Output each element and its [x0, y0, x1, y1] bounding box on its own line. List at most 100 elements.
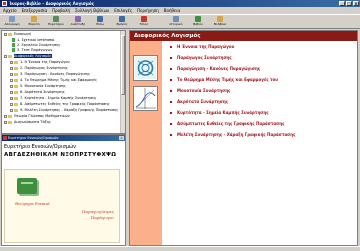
- tree-item-label: 3. Παράγωγιση - Κανόνες Παραγώγισης: [20, 72, 91, 76]
- hide-label: Απόκρυψη: [4, 22, 20, 26]
- tree-item[interactable]: 5. Μονοτονία Συνάρτησης: [10, 84, 66, 89]
- document-icon: [12, 48, 15, 52]
- topic-label: Ακρότατα Συνάρτησης: [177, 99, 229, 104]
- index-button[interactable]: Ευρετήριο: [46, 16, 66, 28]
- tree-item[interactable]: 1. Η Έννοια της Παραγώγου: [10, 60, 70, 65]
- bullet-icon: [170, 101, 172, 103]
- history-button[interactable]: Ιστορικό: [166, 16, 186, 28]
- topic-link[interactable]: Ακρότατα Συνάρτησης: [170, 99, 228, 105]
- menu-file[interactable]: Αρχείο: [3, 7, 17, 14]
- expand-icon[interactable]: [10, 96, 13, 100]
- find-label: Εύρεση: [28, 22, 40, 26]
- tree-item-label: 7. Κυρτότητα - Σημεία Καμπής Συνάρτησης: [20, 96, 97, 100]
- app-icon: [2, 1, 7, 6]
- expand-icon[interactable]: [10, 90, 13, 94]
- collapse-icon[interactable]: [4, 32, 7, 36]
- expand-icon[interactable]: [10, 102, 13, 106]
- menu-options[interactable]: Επιλογές: [114, 7, 132, 14]
- index-label: Ευρετήριο: [48, 22, 64, 26]
- forward-button[interactable]: Εμπρός: [112, 16, 132, 28]
- index-entry[interactable]: Παραγωγίσιμες: [82, 209, 114, 214]
- tree-item[interactable]: 3. Παράγωγιση - Κανόνες Παραγώγισης: [10, 72, 90, 77]
- tree-item[interactable]: 7. Κυρτότητα - Σημεία Καμπής Συνάρτησης: [10, 96, 96, 101]
- expand-button[interactable]: Ανάπτυξη: [68, 16, 88, 28]
- stop-button[interactable]: Τέλος: [134, 16, 154, 28]
- find-button[interactable]: Εύρεση: [24, 16, 44, 28]
- tree-item[interactable]: 6. Ακρότατα Συνάρτησης: [10, 90, 65, 95]
- expand-icon[interactable]: [10, 108, 13, 112]
- maximize-button[interactable]: □: [346, 1, 352, 6]
- expand-icon[interactable]: [4, 114, 7, 118]
- topic-link[interactable]: Το Θεώρημα Μέσης Τιμής και Εφαρμογές του: [170, 77, 278, 83]
- topic-link[interactable]: Παραγώγιση - Κανόνες Παραγώγισης: [170, 66, 260, 72]
- tree-scrollbar[interactable]: [120, 31, 125, 133]
- tree-item-label: 2. Παράγωγος Συνάρτησης: [20, 66, 68, 70]
- topic-label: Μονοτονία Συνάρτησης: [177, 88, 231, 93]
- tree-item[interactable]: 8. Ασύμπτωτες Ευθείες της Γραφικής Παράσ…: [10, 102, 110, 107]
- topic-link[interactable]: Κυρτότητα - Σημεία Καμπής Συνάρτησης: [170, 110, 269, 116]
- forward-label: Εμπρός: [116, 22, 128, 26]
- topic-label: Μελέτη Συνάρτησης - Χάραξη Γραφικής Παρά…: [177, 132, 296, 137]
- minimize-button[interactable]: _: [339, 1, 345, 6]
- tree-item[interactable]: Θεωρία Γλώσσας Μαθηματικών: [4, 114, 70, 119]
- expand-icon[interactable]: [10, 60, 13, 64]
- menu-edit[interactable]: Επεξεργασία: [22, 7, 48, 14]
- tree-item[interactable]: 2. Παράγωγος Συνάρτησης: [10, 66, 68, 71]
- bullet-icon: [170, 134, 172, 136]
- history-label: Ιστορικό: [169, 22, 183, 26]
- topic-link[interactable]: Ασύμπτωτες Ευθείες της Γραφικής Παράστασ…: [170, 121, 284, 127]
- tree-item-label: 1. Σχετικοί Ιστότοποι: [17, 38, 55, 42]
- menu-view[interactable]: Προβολή: [52, 7, 70, 14]
- book-icon: [17, 178, 37, 194]
- menu-library[interactable]: Συλλογή Βιβλίων: [75, 7, 109, 14]
- bullet-icon: [170, 112, 172, 114]
- topic-label: Η Έννοια της Παραγώγου: [177, 44, 235, 49]
- tree-item[interactable]: 9. Μελέτη Συνάρτησης - Χάραξη Γραφικής Π…: [10, 108, 118, 113]
- back-label: Πίσω: [96, 22, 104, 26]
- menu-help[interactable]: Βοήθεια: [164, 7, 180, 14]
- tree-item-label: 1. Η Έννοια της Παραγώγου: [20, 60, 70, 64]
- tree-item[interactable]: 4. Το Θεώρημα Μέσης Τιμής και Εφαρμογές: [10, 78, 97, 83]
- close-button[interactable]: ×: [353, 1, 359, 6]
- expand-icon[interactable]: [10, 84, 13, 88]
- expand-icon[interactable]: [4, 120, 7, 124]
- collapse-icon[interactable]: [4, 54, 7, 58]
- alphabet-letters[interactable]: ΑΒΓΔΕΖΗΘΙΚΛΜ ΝΞΟΠΡΣΤΥΦΧΨΩ: [4, 151, 125, 159]
- index-entry[interactable]: Θεώρημα Fermat: [15, 201, 50, 206]
- tree-item-label: Εισαγωγή: [14, 32, 32, 36]
- tree-item[interactable]: 3. Τεστ Παράγωγων: [12, 48, 52, 53]
- menu-navigation[interactable]: Περιήγηση: [137, 7, 159, 14]
- topic-link[interactable]: Μελέτη Συνάρτησης - Χάραξη Γραφικής Παρά…: [170, 132, 296, 138]
- tree-item-label: 3. Τεστ Παράγωγων: [17, 48, 53, 52]
- topic-link[interactable]: Μονοτονία Συνάρτησης: [170, 88, 230, 94]
- tree-item-label: 6. Ακρότατα Συνάρτησης: [20, 90, 65, 94]
- expand-icon[interactable]: [10, 66, 13, 70]
- toolbar: Απόκρυψη Εύρεση Ευρετήριο Ανάπτυξη Πίσω …: [0, 14, 360, 29]
- window-title: Ίκαρος-Βιβλίο – Διαφορικός Λογισμός: [9, 1, 94, 6]
- hide-button[interactable]: Απόκρυψη: [2, 16, 22, 28]
- tree-item[interactable]: Διαγωνίσματα Τάξης: [4, 120, 51, 125]
- help-label: Βοήθεια: [213, 22, 227, 26]
- help-button[interactable]: Βοήθεια: [210, 16, 230, 28]
- book-button[interactable]: Βιβλίο: [188, 16, 208, 28]
- folder-icon: [14, 60, 18, 64]
- document-icon: [12, 43, 15, 47]
- index-entry[interactable]: Παράγωγοι: [91, 215, 114, 220]
- tree-item-label: 5. Μονοτονία Συνάρτησης: [20, 84, 67, 88]
- topic-link[interactable]: Η Έννοια της Παραγώγου: [170, 44, 234, 50]
- expand-icon[interactable]: [10, 72, 13, 76]
- topic-link[interactable]: Παράγωγος Συνάρτησης: [170, 55, 232, 61]
- folder-icon: [14, 78, 18, 82]
- celtic-pattern-image: [133, 55, 158, 81]
- expand-icon[interactable]: [10, 78, 13, 82]
- tree-item-selected[interactable]: Διαφορικός Λογισμός: [4, 54, 52, 59]
- folder-icon: [14, 108, 18, 112]
- tree-item-label: Θεωρία Γλώσσας Μαθηματικών: [14, 114, 70, 118]
- document-icon: [12, 38, 15, 42]
- scrollbar-thumb[interactable]: [121, 35, 125, 95]
- index-window-title-text: Ευρετήριο Εννοιών/Ορισμών: [8, 136, 59, 140]
- tree-item[interactable]: Εισαγωγή: [4, 32, 31, 37]
- back-button[interactable]: Πίσω: [90, 16, 110, 28]
- folder-icon: [14, 102, 18, 106]
- index-close-button[interactable]: ×: [119, 136, 124, 140]
